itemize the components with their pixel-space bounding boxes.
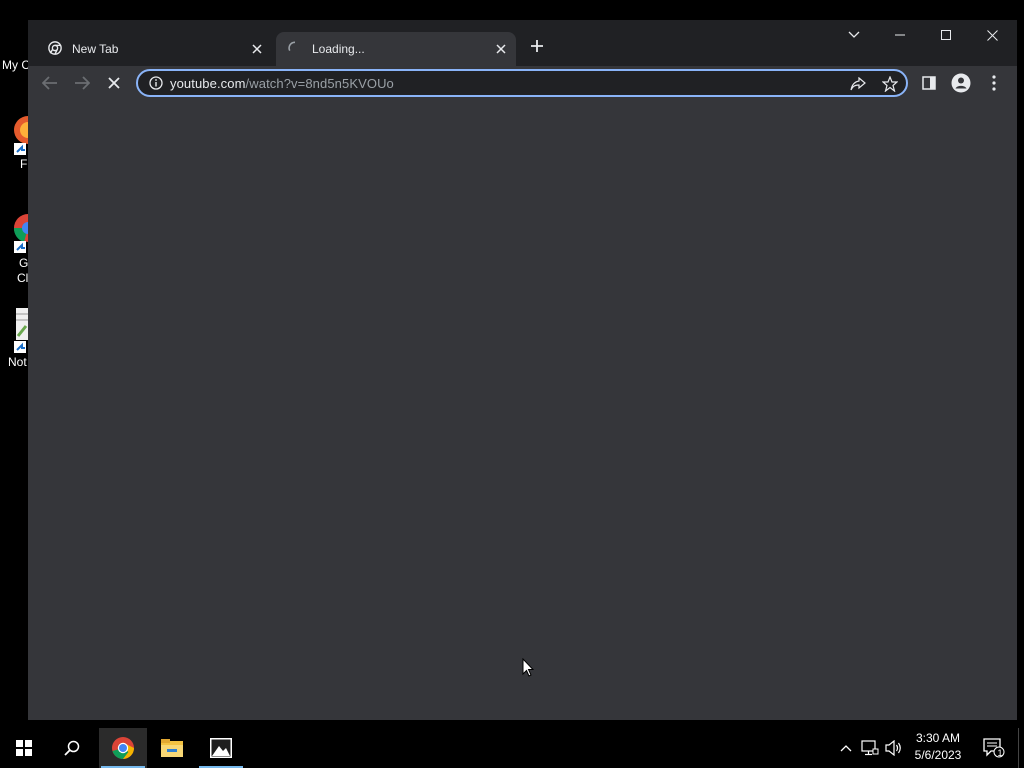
- toolbar: youtube.com/watch?v=8nd5n5KVOUo: [28, 66, 1017, 100]
- url-host: youtube.com: [170, 75, 246, 91]
- close-tab-icon[interactable]: [246, 38, 268, 60]
- minimize-icon: [895, 34, 905, 36]
- browser-window: New Tab Loading... youtube.com/watch?v=8…: [28, 20, 1017, 720]
- file-explorer-icon: [161, 739, 183, 757]
- site-info-icon[interactable]: [142, 71, 170, 95]
- my-computer-icon[interactable]: [0, 10, 28, 36]
- search-icon: [64, 740, 80, 756]
- google-chrome-label-line2: Cl: [17, 271, 29, 285]
- show-hidden-icons-chevron-icon[interactable]: [836, 738, 856, 758]
- firefox-desktop-icon[interactable]: [0, 110, 28, 156]
- chrome-icon: [112, 737, 134, 759]
- photos-icon: [210, 738, 232, 758]
- notification-count-badge: 1: [997, 748, 1003, 758]
- windows-logo-icon: [16, 740, 32, 756]
- close-tab-icon[interactable]: [490, 38, 512, 60]
- taskbar-chrome[interactable]: [99, 728, 147, 768]
- tab-new-tab[interactable]: New Tab: [36, 32, 272, 66]
- notepad-label: Not: [8, 355, 27, 369]
- kebab-menu-icon: [992, 75, 996, 91]
- close-icon: [986, 29, 998, 41]
- search-button[interactable]: [48, 728, 96, 768]
- my-computer-label: My C: [2, 58, 30, 72]
- bookmark-star-icon[interactable]: [877, 72, 903, 96]
- volume-icon[interactable]: [884, 738, 904, 758]
- tab-loading[interactable]: Loading...: [276, 32, 516, 66]
- profile-avatar-icon: [951, 73, 971, 93]
- google-chrome-label-line1: G: [19, 256, 29, 270]
- clock-time: 3:30 AM: [915, 731, 961, 745]
- tab-title: New Tab: [72, 42, 119, 56]
- minimize-button[interactable]: [877, 20, 923, 50]
- address-bar[interactable]: youtube.com/watch?v=8nd5n5KVOUo: [136, 69, 908, 97]
- action-center-button[interactable]: 1: [978, 728, 1010, 768]
- google-chrome-desktop-icon[interactable]: [0, 206, 28, 254]
- clock-date: 5/6/2023: [914, 748, 962, 762]
- system-clock[interactable]: 3:30 AM 5/6/2023: [904, 730, 972, 766]
- back-button[interactable]: [36, 69, 64, 97]
- back-arrow-icon: [42, 76, 57, 90]
- taskbar-file-explorer[interactable]: [148, 728, 196, 768]
- taskbar-photos[interactable]: [197, 728, 245, 768]
- menu-button[interactable]: [980, 69, 1008, 97]
- stop-icon: [108, 77, 120, 89]
- side-panel-button[interactable]: [915, 69, 943, 97]
- maximize-icon: [941, 30, 951, 40]
- share-icon[interactable]: [845, 72, 871, 96]
- new-tab-button[interactable]: [526, 35, 548, 57]
- start-button[interactable]: [0, 728, 48, 768]
- page-content: [28, 100, 1017, 720]
- side-panel-icon: [922, 76, 936, 90]
- tab-strip: New Tab Loading...: [28, 20, 1017, 66]
- notepad-desktop-icon[interactable]: [0, 306, 28, 354]
- stop-loading-button[interactable]: [100, 69, 128, 97]
- firefox-label: F: [20, 157, 28, 171]
- maximize-button[interactable]: [923, 20, 969, 50]
- mouse-cursor-icon: [522, 657, 535, 683]
- forward-arrow-icon: [75, 76, 90, 90]
- show-desktop-button[interactable]: [1018, 728, 1024, 768]
- url-path: /watch?v=8nd5n5KVOUo: [245, 75, 394, 91]
- network-icon[interactable]: [860, 738, 880, 758]
- close-window-button[interactable]: [969, 20, 1015, 50]
- profile-button[interactable]: [947, 69, 975, 97]
- forward-button[interactable]: [68, 69, 96, 97]
- loading-spinner-icon: [288, 41, 302, 58]
- url-text[interactable]: youtube.com/watch?v=8nd5n5KVOUo: [170, 76, 394, 91]
- tab-search-button[interactable]: [831, 20, 877, 50]
- chevron-down-icon: [848, 31, 860, 38]
- taskbar: 3:30 AM 5/6/2023 1: [0, 728, 1024, 768]
- tab-title: Loading...: [312, 42, 365, 56]
- chrome-icon: [48, 40, 62, 58]
